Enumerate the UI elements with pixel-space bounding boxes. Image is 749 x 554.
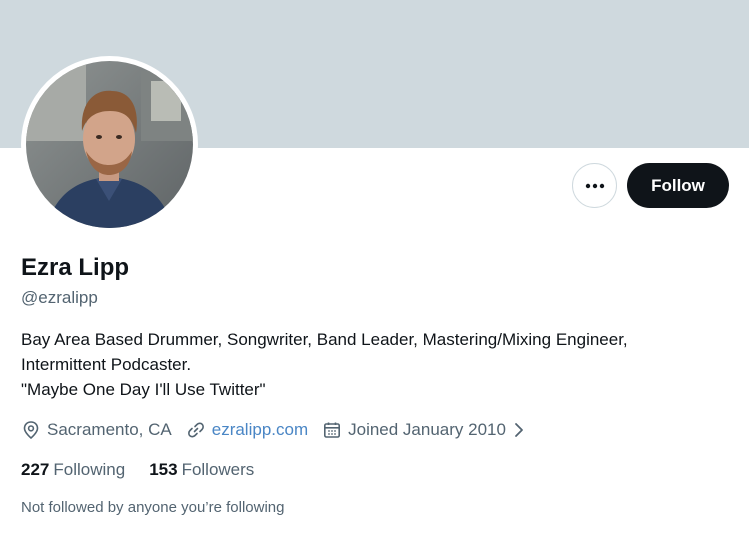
location-pin-icon — [23, 421, 39, 440]
followers-count: 153 — [149, 460, 178, 479]
user-handle: @ezralipp — [21, 288, 98, 307]
following-link[interactable]: 227 Following — [21, 460, 125, 480]
joined-item[interactable]: Joined January 2010 — [322, 420, 526, 440]
followers-label: Followers — [181, 460, 255, 479]
link-icon — [187, 422, 204, 438]
ellipsis-icon — [585, 183, 604, 188]
joined-text: Joined January 2010 — [348, 420, 506, 439]
bio-line: Intermittent Podcaster. — [21, 355, 192, 374]
chevron-right-icon — [515, 423, 523, 437]
bio-line: Bay Area Based Drummer, Songwriter, Band… — [21, 330, 628, 349]
followers-link[interactable]: 153 Followers — [149, 460, 254, 480]
calendar-icon — [324, 422, 341, 438]
following-count: 227 — [21, 460, 50, 479]
website-link[interactable]: ezralipp.com — [212, 420, 308, 440]
following-label: Following — [53, 460, 126, 479]
more-options-button[interactable] — [572, 163, 617, 208]
display-name: Ezra Lipp — [21, 254, 130, 281]
profile-bio: Bay Area Based Drummer, Songwriter, Band… — [21, 327, 731, 402]
avatar-frame[interactable] — [21, 56, 198, 233]
location-text: Sacramento, CA — [47, 420, 172, 439]
website-item[interactable]: ezralipp.com — [186, 420, 308, 440]
location-item: Sacramento, CA — [21, 420, 172, 440]
avatar[interactable] — [26, 61, 193, 228]
follow-stats: 227 Following 153 Followers — [21, 460, 278, 480]
social-context-text: Not followed by anyone you’re following — [21, 499, 285, 516]
follow-button[interactable]: Follow — [627, 163, 729, 208]
profile-page: Follow Ezra Lipp @ezralipp Bay Area Base… — [0, 0, 749, 554]
bio-line: "Maybe One Day I'll Use Twitter" — [21, 380, 266, 399]
profile-meta: Sacramento, CA ezralipp.com Joined Janua… — [21, 417, 540, 443]
